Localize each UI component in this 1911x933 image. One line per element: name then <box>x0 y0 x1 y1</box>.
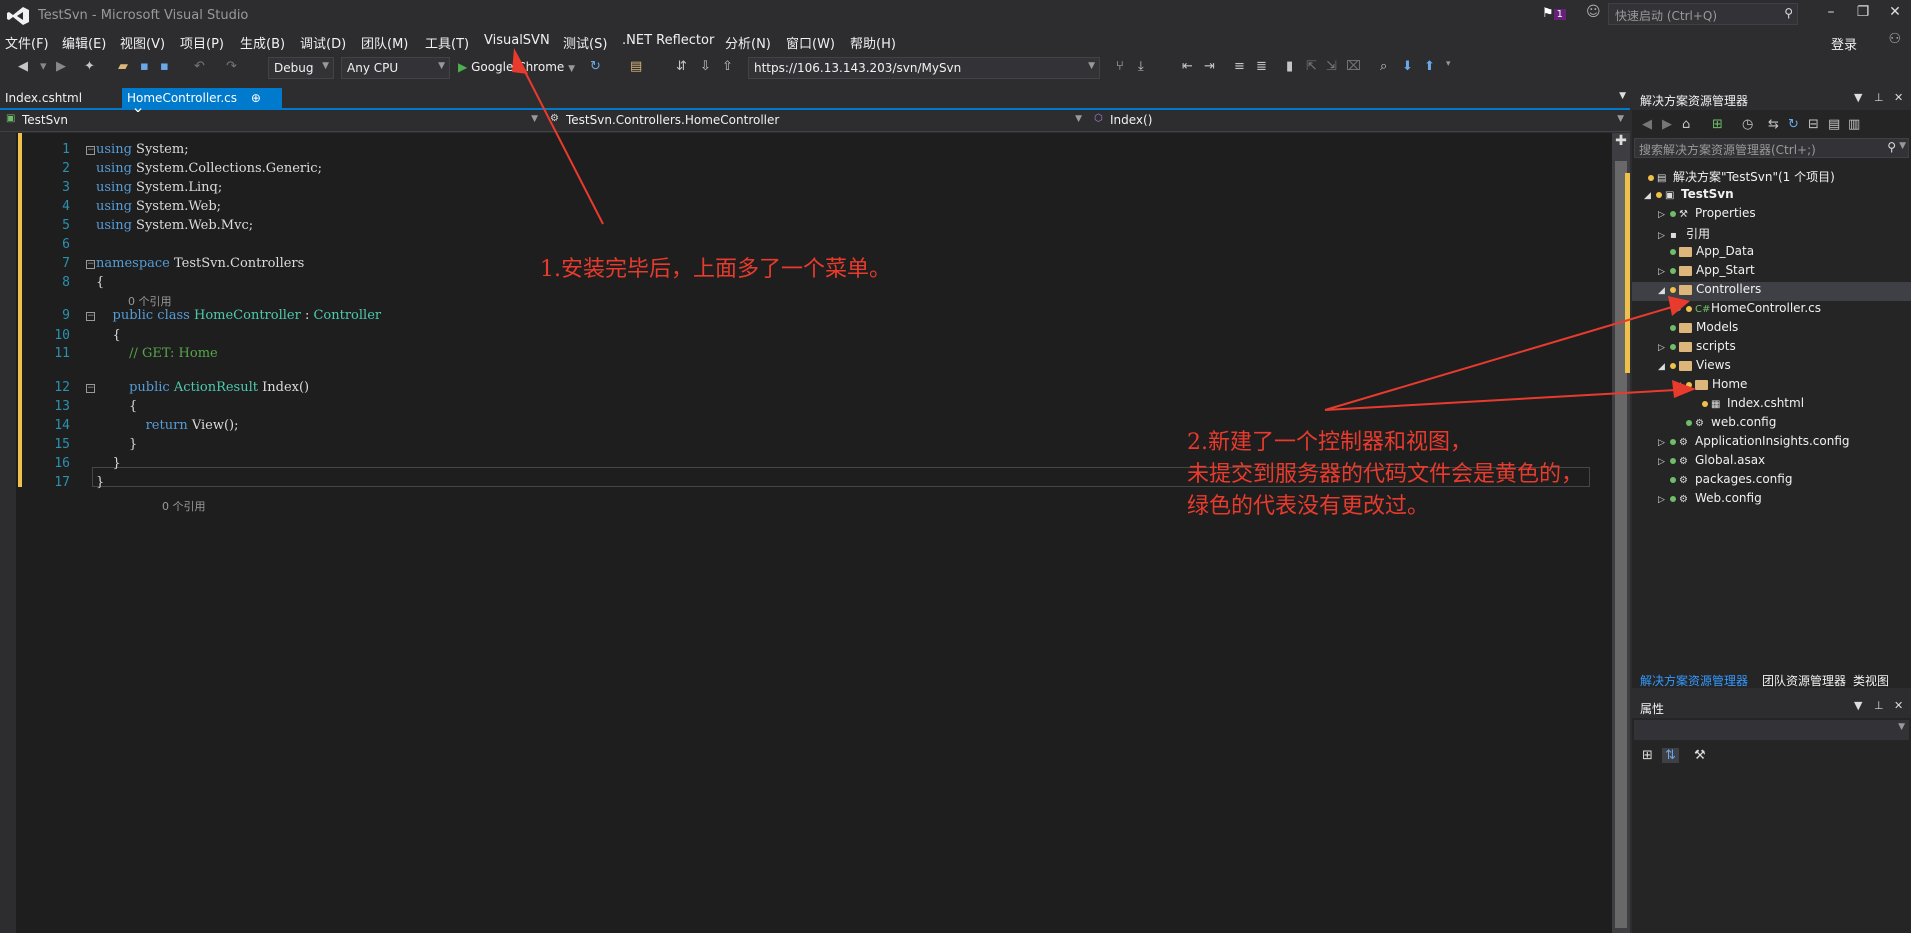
arrow-head <box>1668 296 1690 316</box>
annotation-note-1: 1.安装完毕后，上面多了一个菜单。 <box>540 257 891 282</box>
arrow-head <box>512 48 528 74</box>
annotation-note-2-line-1: 2.新建了一个控制器和视图， <box>1187 430 1472 455</box>
annotation-note-2-line-2: 未提交到服务器的代码文件会是黄色的， <box>1187 462 1584 487</box>
annotation-arrows <box>512 48 1696 411</box>
annotation-note-2-line-3: 绿色的代表没有更改过。 <box>1187 494 1430 519</box>
arrow-head <box>1672 380 1696 398</box>
